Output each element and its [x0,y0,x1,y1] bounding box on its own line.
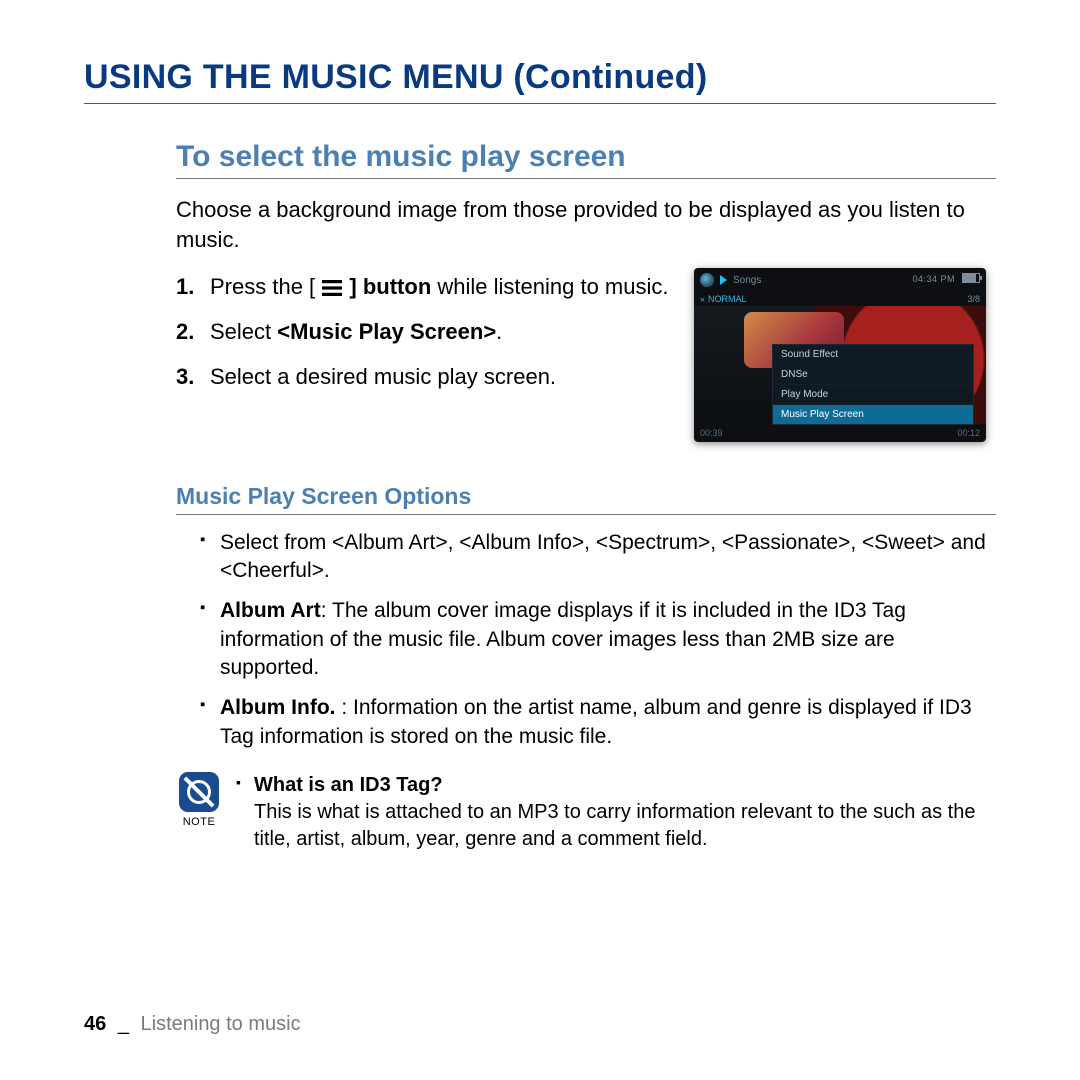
page-number: 46 [84,1013,106,1035]
battery-icon [962,273,980,283]
note-answer: This is what is attached to an MP3 to ca… [236,799,996,853]
step-2: Select <Music Play Screen>. [176,317,686,348]
play-icon [720,275,727,285]
songs-label: Songs [733,275,761,286]
step-3: Select a desired music play screen. [176,362,686,393]
note-icon [179,772,219,812]
menu-icon [321,279,343,297]
step-2-part-b: <Music Play Screen> [277,319,496,344]
page-title: USING THE MUSIC MENU (Continued) [84,58,996,104]
menu-item: Sound Effect [773,345,973,364]
track-counter: 3/8 [967,294,980,304]
option-label: Album Art [220,599,321,622]
menu-item-selected: Music Play Screen [773,404,973,424]
time-remaining: 00:12 [957,428,980,438]
shuffle-icon: ›‹ [700,294,704,304]
option-text: : The album cover image displays if it i… [220,599,906,679]
step-list: Press the [ ] button while listening to … [176,272,686,392]
disc-icon [700,273,714,287]
step-2-part-c: . [496,319,502,344]
options-heading: Music Play Screen Options [176,483,996,515]
option-item: Album Info. : Information on the artist … [200,694,996,751]
footer: 46 _ Listening to music [84,1013,301,1036]
option-label: Album Info. [220,696,341,719]
footer-separator: _ [118,1013,129,1035]
step-1-part-a: Press the [ [210,274,315,299]
footer-section: Listening to music [141,1013,301,1035]
device-screenshot: Songs 04:34 PM ›‹ NORMAL 3/8 Sound Effec… [694,268,986,442]
step-1-part-c: while listening to music. [431,274,668,299]
options-list: Select from <Album Art>, <Album Info>, <… [200,529,996,751]
note-label: NOTE [183,816,216,828]
option-item: Select from <Album Art>, <Album Info>, <… [200,529,996,586]
device-mode: NORMAL [708,294,747,304]
note-question: What is an ID3 Tag? [236,772,996,799]
menu-item: DNSe [773,364,973,384]
time-elapsed: 00:39 [700,428,723,438]
section-heading: To select the music play screen [176,140,996,179]
device-menu: Sound Effect DNSe Play Mode Music Play S… [772,344,974,425]
section-intro: Choose a background image from those pro… [176,195,996,254]
option-item: Album Art: The album cover image display… [200,597,996,682]
menu-item: Play Mode [773,384,973,404]
step-1-part-b: ] button [349,274,431,299]
device-clock: 04:34 PM [912,274,955,284]
step-1: Press the [ ] button while listening to … [176,272,686,303]
step-2-part-a: Select [210,319,277,344]
note-block: NOTE What is an ID3 Tag? This is what is… [178,772,996,853]
